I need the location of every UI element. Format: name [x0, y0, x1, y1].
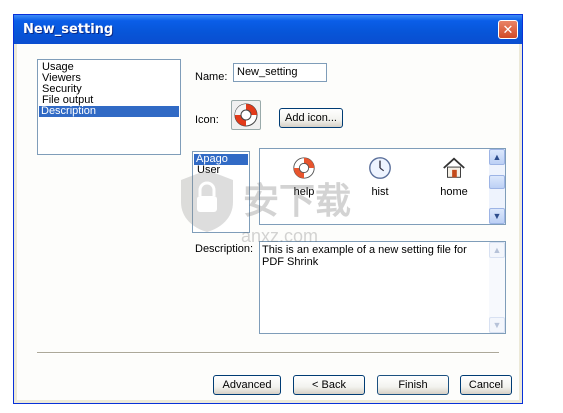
name-input[interactable]: New_setting [233, 63, 327, 82]
footer-separator [37, 352, 499, 354]
nav-item-description[interactable]: Description [39, 106, 179, 117]
watermark-text: 安下载 [243, 181, 352, 222]
scroll-up-button[interactable]: ▲ [489, 149, 505, 165]
gallery-label-home: home [440, 186, 468, 198]
chevron-up-icon: ▲ [492, 245, 502, 255]
icon-label: Icon: [195, 114, 219, 126]
settings-nav-list: Usage Viewers Security File output Descr… [37, 59, 181, 155]
desc-scroll-down-button[interactable]: ▼ [489, 317, 505, 333]
house-icon [443, 157, 465, 178]
new-setting-dialog: New_setting ✕ Usage Viewers Security Fil… [13, 14, 523, 404]
desc-scroll-up-button[interactable]: ▲ [489, 242, 505, 258]
dialog-client-area: Usage Viewers Security File output Descr… [17, 44, 519, 400]
add-icon-button[interactable]: Add icon... [279, 108, 343, 128]
watermark: 安下载 anxz.com [177, 164, 377, 274]
cancel-button[interactable]: Cancel [460, 375, 512, 395]
chevron-down-icon: ▼ [492, 320, 502, 330]
lifebuoy-icon [234, 103, 258, 127]
gallery-scrollbar[interactable]: ▲ ▼ [489, 149, 505, 224]
shield-watermark-icon [181, 170, 233, 232]
close-button[interactable]: ✕ [498, 20, 518, 39]
advanced-button[interactable]: Advanced [213, 375, 281, 395]
name-label: Name: [195, 71, 228, 83]
gallery-item-home[interactable]: home [424, 155, 484, 198]
finish-button[interactable]: Finish [377, 375, 449, 395]
back-button[interactable]: < Back [293, 375, 365, 395]
chevron-up-icon: ▲ [492, 152, 502, 162]
watermark-subtext: anxz.com [241, 226, 319, 246]
selected-icon-preview[interactable] [231, 100, 261, 130]
chevron-down-icon: ▼ [492, 211, 502, 221]
scroll-down-button[interactable]: ▼ [489, 208, 505, 224]
scroll-thumb[interactable] [489, 175, 505, 189]
description-scrollbar[interactable]: ▲ ▼ [489, 242, 505, 333]
window-title: New_setting [23, 22, 114, 37]
close-icon: ✕ [502, 22, 514, 37]
title-bar[interactable]: New_setting ✕ [14, 15, 522, 44]
